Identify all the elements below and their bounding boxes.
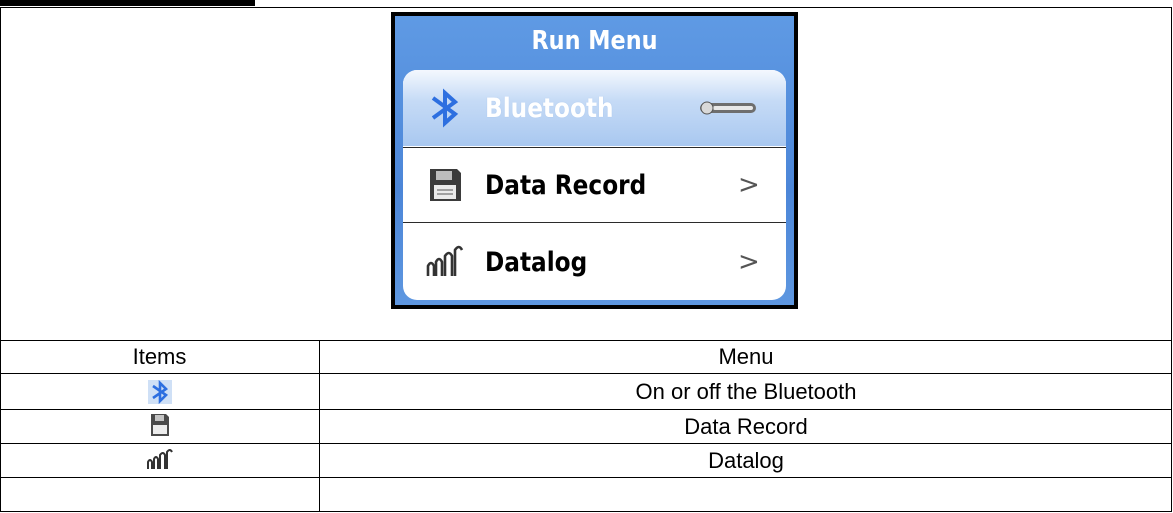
- run-menu-screen: Run Menu Bluetooth Data Record > Datalog…: [391, 12, 798, 309]
- menu-item-label: Data Record: [485, 169, 647, 201]
- menu-item-bluetooth[interactable]: Bluetooth: [403, 70, 786, 146]
- chevron-right-icon: >: [738, 247, 760, 277]
- floppy-disk-icon: [150, 413, 170, 441]
- table-row-icon-cell: [0, 374, 319, 409]
- screen-title: Run Menu: [531, 26, 658, 56]
- table-header-menu: Menu: [718, 344, 774, 369]
- menu-list: Bluetooth Data Record > Datalog >: [403, 70, 786, 300]
- bluetooth-icon: [425, 88, 465, 128]
- table-row-icon-cell: [0, 410, 319, 443]
- table-divider: [0, 477, 1172, 478]
- table-row-icon-cell: [0, 444, 319, 477]
- toggle-switch[interactable]: [699, 101, 757, 115]
- datalog-bars-icon: [146, 447, 174, 475]
- menu-item-label: Bluetooth: [485, 92, 614, 124]
- menu-item-datalog[interactable]: Datalog >: [403, 224, 786, 300]
- heading-underline: [0, 0, 255, 6]
- table-row-menu-cell: On or off the Bluetooth: [635, 378, 857, 404]
- table-row-menu-cell: Datalog: [708, 447, 784, 473]
- floppy-disk-icon: [425, 165, 465, 205]
- datalog-bars-icon: [425, 242, 465, 282]
- bluetooth-icon: [147, 379, 172, 404]
- table-row-menu-cell: Data Record: [684, 413, 808, 439]
- table-header-items: Items: [132, 344, 187, 369]
- screen-background: Run Menu Bluetooth Data Record > Datalog…: [395, 16, 794, 305]
- menu-item-label: Datalog: [485, 246, 588, 278]
- chevron-right-icon: >: [738, 170, 760, 200]
- menu-item-data-record[interactable]: Data Record >: [403, 147, 786, 223]
